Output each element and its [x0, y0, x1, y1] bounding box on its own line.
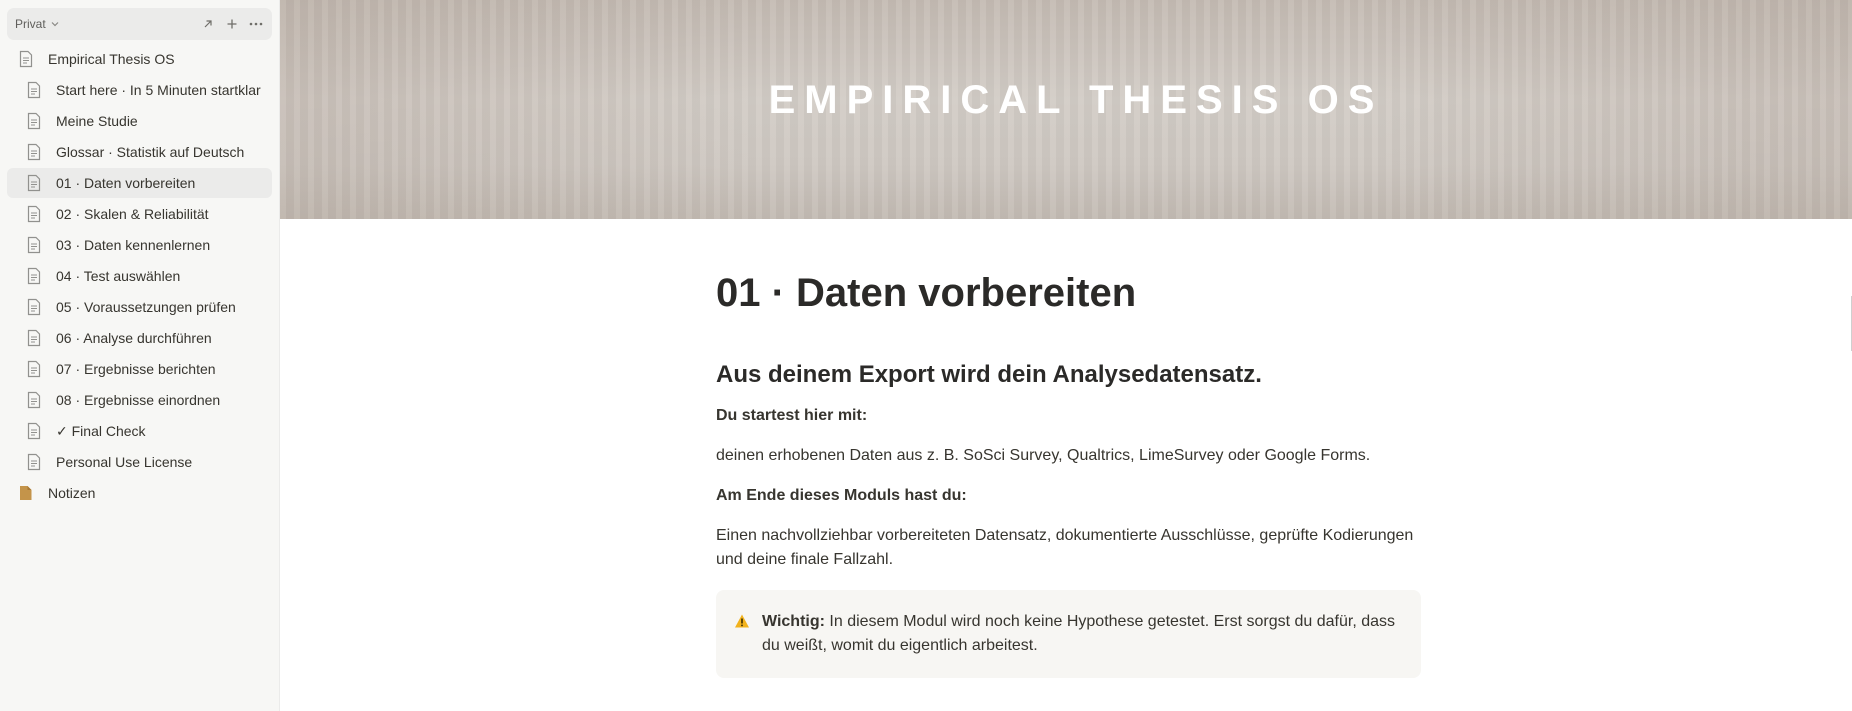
sidebar-item-07-ergebnisse-berichten[interactable]: 07 · Ergebnisse berichten	[7, 354, 272, 384]
open-in-new-icon[interactable]	[200, 16, 216, 32]
document-icon	[27, 112, 41, 130]
sidebar-item-label: Glossar · Statistik auf Deutsch	[56, 144, 245, 160]
sidebar-item-label: 07 · Ergebnisse berichten	[56, 361, 216, 377]
more-options-icon[interactable]	[248, 16, 264, 32]
section-heading[interactable]: Aus deinem Export wird dein Analysedaten…	[716, 361, 1421, 390]
sidebar-item-label: Notizen	[48, 485, 96, 501]
end-text[interactable]: Einen nachvollziehbar vorbereiteten Date…	[716, 524, 1421, 572]
sidebar-item-label: 03 · Daten kennenlernen	[56, 237, 211, 253]
sidebar-item-01-daten-vorbereiten[interactable]: 01 · Daten vorbereiten	[7, 168, 272, 198]
sidebar-item-label: Empirical Thesis OS	[48, 51, 175, 67]
sidebar-item-label: ✓ Final Check	[56, 422, 146, 439]
sidebar-item-05-voraussetzungen[interactable]: 05 · Voraussetzungen prüfen	[7, 292, 272, 322]
start-text[interactable]: deinen erhobenen Daten aus z. B. SoSci S…	[716, 444, 1421, 468]
page-tree: Empirical Thesis OS Start here · In 5 Mi…	[7, 44, 272, 508]
page-content: 01 · Daten vorbereiten Aus deinem Export…	[716, 219, 1421, 678]
document-icon	[27, 391, 41, 409]
callout-important[interactable]: Wichtig: In diesem Modul wird noch keine…	[716, 589, 1421, 678]
document-icon	[27, 205, 41, 223]
document-icon	[19, 50, 33, 68]
document-icon	[27, 360, 41, 378]
sidebar-item-empirical-thesis-os[interactable]: Empirical Thesis OS	[7, 44, 272, 74]
document-icon	[27, 267, 41, 285]
sidebar-item-label: 01 · Daten vorbereiten	[56, 175, 196, 191]
cover-title: EMPIRICAL THESIS OS	[768, 78, 1384, 122]
document-icon	[27, 329, 41, 347]
document-icon	[27, 422, 41, 440]
page-main: EMPIRICAL THESIS OS 01 · Daten vorbereit…	[280, 0, 1852, 711]
callout-text: In diesem Modul wird noch keine Hypothes…	[762, 612, 1396, 654]
sidebar-item-03-daten-kennenlernen[interactable]: 03 · Daten kennenlernen	[7, 230, 272, 260]
page-title[interactable]: 01 · Daten vorbereiten	[716, 269, 1421, 317]
warning-icon	[735, 614, 749, 628]
sidebar-item-04-test-auswaehlen[interactable]: 04 · Test auswählen	[7, 261, 272, 291]
workspace-switcher[interactable]: Privat	[15, 17, 60, 31]
document-icon	[27, 298, 41, 316]
sidebar-item-personal-use-license[interactable]: Personal Use License	[7, 447, 272, 477]
sidebar-item-meine-studie[interactable]: Meine Studie	[7, 106, 272, 136]
end-label[interactable]: Am Ende dieses Moduls hast du:	[716, 484, 1421, 508]
sidebar-item-02-skalen[interactable]: 02 · Skalen & Reliabilität	[7, 199, 272, 229]
document-icon	[27, 81, 41, 99]
sidebar-item-label: 06 · Analyse durchführen	[56, 330, 212, 346]
sidebar-item-glossar[interactable]: Glossar · Statistik auf Deutsch	[7, 137, 272, 167]
sidebar: Privat Empirical Thesis OS Start here · …	[0, 0, 280, 711]
workspace-header: Privat	[7, 8, 272, 40]
start-label[interactable]: Du startest hier mit:	[716, 404, 1421, 428]
sidebar-item-start-here[interactable]: Start here · In 5 Minuten startklar	[7, 75, 272, 105]
add-page-icon[interactable]	[224, 16, 240, 32]
sidebar-item-06-analyse[interactable]: 06 · Analyse durchführen	[7, 323, 272, 353]
sidebar-item-label: Start here · In 5 Minuten startklar	[56, 82, 261, 98]
sidebar-item-label: 04 · Test auswählen	[56, 268, 181, 284]
workspace-actions	[200, 16, 264, 32]
page-cover: EMPIRICAL THESIS OS	[280, 0, 1852, 219]
document-icon	[27, 174, 41, 192]
sidebar-item-label: 02 · Skalen & Reliabilität	[56, 206, 209, 222]
callout-body: Wichtig: In diesem Modul wird noch keine…	[762, 610, 1401, 658]
sidebar-item-label: Meine Studie	[56, 113, 138, 129]
document-icon	[27, 453, 41, 471]
sidebar-item-08-ergebnisse-einordnen[interactable]: 08 · Ergebnisse einordnen	[7, 385, 272, 415]
sidebar-item-label: Personal Use License	[56, 454, 193, 470]
app-window: Privat Empirical Thesis OS Start here · …	[0, 0, 1852, 711]
chevron-down-icon	[51, 22, 59, 27]
folder-icon	[20, 486, 32, 500]
document-icon	[27, 236, 41, 254]
callout-label: Wichtig:	[762, 612, 825, 630]
sidebar-item-label: 08 · Ergebnisse einordnen	[56, 392, 221, 408]
document-icon	[27, 143, 41, 161]
sidebar-item-final-check[interactable]: ✓ Final Check	[7, 416, 272, 446]
workspace-name: Privat	[15, 17, 46, 31]
sidebar-item-notizen[interactable]: Notizen	[7, 478, 272, 508]
sidebar-item-label: 05 · Voraussetzungen prüfen	[56, 299, 236, 315]
